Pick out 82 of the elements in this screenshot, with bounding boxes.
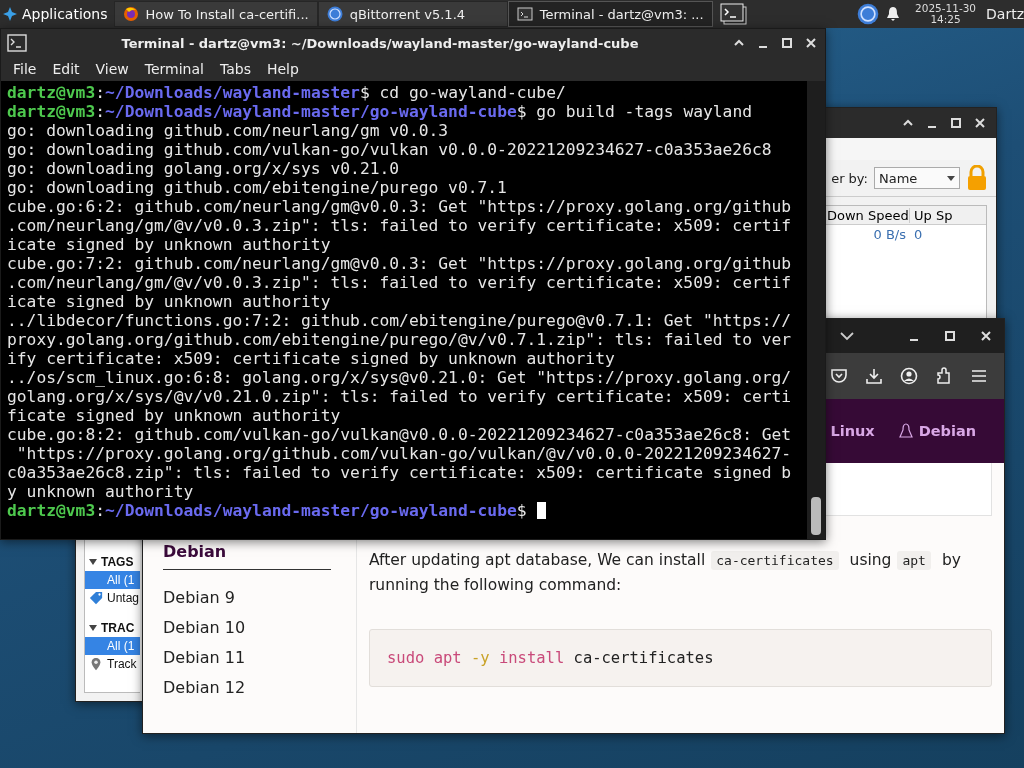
- account-icon[interactable]: [900, 367, 918, 385]
- filter-item[interactable]: All (1: [85, 637, 140, 655]
- sidebar-link[interactable]: Debian 12: [163, 678, 356, 708]
- pocket-icon[interactable]: [830, 367, 848, 385]
- terminal-line: icate signed by unknown authority: [7, 292, 332, 311]
- terminal-line: "https://proxy.golang.org/github.com/vulkan-go/vulkan/@v/v0.0.0-20221209234627-: [15, 444, 793, 463]
- applications-menu[interactable]: Applications: [0, 0, 114, 28]
- menu-item[interactable]: Help: [258, 61, 307, 77]
- chevron-icon[interactable]: [840, 331, 854, 341]
- extensions-icon[interactable]: [935, 367, 953, 385]
- date-text: 2025-11-30: [915, 3, 977, 14]
- tag-icon: [89, 591, 103, 605]
- maximize-icon[interactable]: [944, 330, 956, 342]
- terminal-line: ../os/scm_linux.go:6:8: golang.org/x/sys@v0.21.0: Get "https://proxy.golang.org/: [7, 368, 793, 387]
- table-cell-text: 0 B/s: [872, 226, 907, 244]
- terminal-line: go: downloading golang.org/x/sys v0.21.0: [7, 159, 401, 178]
- terminal-line: .com/neurlang/gm/@v/v0.0.3.zip": tls: failed to verify certificate: x509: certif: [7, 273, 793, 292]
- terminal-icon: [7, 34, 27, 52]
- download-icon[interactable]: [865, 367, 883, 385]
- section-title: TRAC: [101, 621, 135, 635]
- time-text: 14:25: [930, 14, 961, 25]
- scrollbar[interactable]: [807, 81, 825, 539]
- terminal-line: ficate signed by unknown authority: [7, 406, 342, 425]
- expand-icon[interactable]: [89, 625, 97, 631]
- terminal-line: dartz@vm3:~/Downloads/wayland-master/go-wayland-cube$ go build -tags wayland: [7, 102, 753, 121]
- terminal-line: cube.go:7:2: github.com/neurlang/gm@v0.0.3: Get "https://proxy.golang.org/github: [7, 254, 793, 273]
- filter-label: er by:: [831, 170, 868, 186]
- nav-link[interactable]: Linux: [830, 423, 875, 439]
- taskbar-button[interactable]: Terminal - dartz@vm3: ...: [507, 1, 713, 27]
- filter-item[interactable]: Untag: [85, 589, 140, 607]
- terminal-line: y unknown authority: [7, 482, 195, 501]
- terminal-line: golang.org/x/sys/@v/v0.21.0.zip": tls: failed to verify certificate: x509: certi: [7, 387, 793, 406]
- close-icon[interactable]: [980, 330, 992, 342]
- terminal-line: dartz@vm3:~/Downloads/wayland-master/go-wayland-cube$: [7, 501, 807, 520]
- terminal-line: go: downloading github.com/ebitengine/purego v0.7.1: [7, 178, 508, 197]
- menu-item[interactable]: Terminal: [136, 61, 212, 77]
- menu-icon[interactable]: [970, 367, 988, 385]
- close-icon[interactable]: [974, 117, 986, 129]
- terminal-line: cube.go:8:2: github.com/vulkan-go/vulkan@v0.0.0-20221209234627-c0a353ae26c8: Get: [7, 425, 793, 444]
- close-icon[interactable]: [805, 37, 817, 49]
- section-title: TAGS: [101, 555, 134, 569]
- taskbar-button[interactable]: How To Install ca-certifi...: [113, 1, 318, 27]
- maximize-icon[interactable]: [950, 117, 962, 129]
- code-block: sudo apt -y install ca-certificates: [369, 629, 992, 687]
- terminal-line: proxy.golang.org/github.com/ebitengine/purego/@v/v0.7.1.zip": tls: failed to ver: [7, 330, 793, 349]
- terminal-line: cube.go:6:2: github.com/neurlang/gm@v0.0.3: Get "https://proxy.golang.org/github: [7, 197, 793, 216]
- penguin-icon: [898, 423, 913, 439]
- table-cell-text: 0: [913, 226, 924, 244]
- filter-item[interactable]: Track: [85, 655, 140, 673]
- sidebar-link[interactable]: Debian 11: [163, 648, 356, 678]
- expand-icon[interactable]: [89, 559, 97, 565]
- browser-icon: [122, 6, 139, 22]
- nav-link[interactable]: Debian: [898, 423, 976, 439]
- maximize-icon[interactable]: [781, 37, 793, 49]
- terminal-line: .com/neurlang/gm/@v/v0.0.3.zip": tls: failed to verify certificate: x509: certif: [7, 216, 793, 235]
- terminal-line: go: downloading github.com/neurlang/gm v0.0.3: [7, 121, 450, 140]
- terminal-line: dartz@vm3:~/Downloads/wayland-master$ cd go-wayland-cube/: [7, 83, 567, 102]
- sidebar-heading: Debian: [163, 542, 227, 561]
- bell-icon[interactable]: [885, 6, 901, 22]
- pin-icon: [89, 657, 103, 671]
- terminal-icon: [516, 6, 533, 22]
- terminal-line: go: downloading github.com/vulkan-go/vulkan v0.0.0-20221209234627-c0a353ae26c8: [7, 140, 773, 159]
- terminal-line: ../libdecor/functions.go:7:2: github.com/ebitengine/purego@v0.7.1: Get "https://: [7, 311, 793, 330]
- terminal-line: ify certificate: x509: certificate signed by unknown authority: [7, 349, 616, 368]
- user-name: Dartz: [986, 6, 1024, 22]
- paragraph: After updating apt database, We can install ca-certificates using apt by running the following command:: [369, 550, 962, 596]
- terminal-launcher-icon[interactable]: [718, 2, 749, 26]
- filter-item[interactable]: All (1: [85, 571, 140, 589]
- window-title: Terminal - dartz@vm3: ~/Downloads/wayland-master/go-wayland-cube: [120, 35, 640, 51]
- terminal-line: icate signed by unknown authority: [7, 235, 332, 254]
- star-icon: [2, 6, 18, 22]
- menu-item[interactable]: Edit: [44, 61, 88, 77]
- menu-item[interactable]: View: [87, 61, 137, 77]
- dropdown-arrow-icon: [947, 175, 955, 181]
- menu-item[interactable]: Tabs: [211, 61, 259, 77]
- sidebar-link[interactable]: Debian 9: [163, 588, 356, 618]
- taskbar-button[interactable]: qBittorrent v5.1.4: [317, 1, 508, 27]
- sort-dropdown[interactable]: Name: [874, 167, 960, 189]
- menu-item[interactable]: File: [5, 61, 45, 77]
- terminal-line: c0a353ae26c8.zip": tls: failed to verify certificate: x509: certificate signed b: [7, 463, 793, 482]
- sidebar-link[interactable]: Debian 10: [163, 618, 356, 648]
- column-header[interactable]: Up Sp: [909, 207, 986, 223]
